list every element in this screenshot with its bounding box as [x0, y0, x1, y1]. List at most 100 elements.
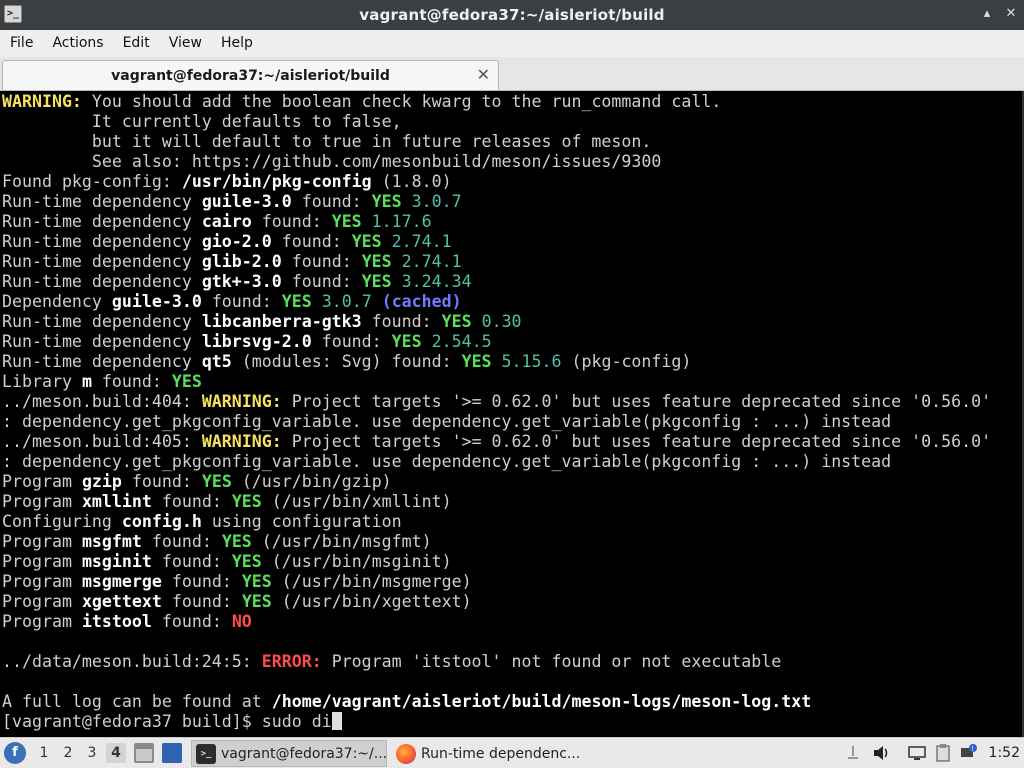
- tab-terminal[interactable]: vagrant@fedora37:~/aisleriot/build ✕: [2, 60, 499, 90]
- terminal-text-segment: Project targets '>= 0.62.0' but uses fea…: [281, 392, 992, 411]
- terminal-line: Run-time dependency gtk+-3.0 found: YES …: [2, 272, 472, 292]
- terminal-cursor: [331, 712, 342, 730]
- task-terminal-label: vagrant@fedora37:~/...: [221, 745, 386, 762]
- terminal-text-segment: 1.17.6: [361, 212, 432, 231]
- terminal-text-segment: found:: [311, 332, 392, 351]
- terminal-line: but it will default to true in future re…: [2, 132, 651, 152]
- terminal-text-segment: found:: [91, 372, 172, 391]
- terminal-text-segment: (/usr/bin/xgettext): [271, 592, 472, 611]
- terminal-text-segment: [vagrant@fedora37 build]$ sudo di: [2, 712, 332, 731]
- terminal-text-segment: Dependency: [2, 292, 112, 311]
- clipboard-icon[interactable]: [934, 743, 952, 763]
- terminal-text-segment: found:: [151, 552, 232, 571]
- terminal-output[interactable]: WARNING: You should add the boolean chec…: [0, 91, 1024, 737]
- terminal-text-segment: Run-time dependency: [2, 352, 202, 371]
- terminal-line: Run-time dependency gio-2.0 found: YES 2…: [2, 232, 452, 252]
- terminal-text-segment: YES: [231, 492, 262, 511]
- terminal-text-segment: : dependency.get_pkgconfig_variable. use…: [2, 412, 892, 431]
- show-desktop-icon[interactable]: [162, 743, 182, 763]
- volume-icon[interactable]: [872, 743, 890, 763]
- terminal-line: Run-time dependency guile-3.0 found: YES…: [2, 192, 462, 212]
- workspace-2[interactable]: 2: [58, 743, 78, 763]
- terminal-text-segment: (/usr/bin/gzip): [231, 472, 392, 491]
- maximize-icon[interactable]: ▴: [980, 6, 994, 22]
- files-icon[interactable]: [134, 743, 154, 763]
- updates-icon[interactable]: [844, 743, 862, 763]
- terminal-app-icon[interactable]: >_: [4, 5, 22, 23]
- workspace-1[interactable]: 1: [34, 743, 54, 763]
- terminal-text-segment: found:: [251, 212, 332, 231]
- terminal-text-segment: found:: [361, 312, 442, 331]
- terminal-text-segment: 2.74.1: [391, 252, 462, 271]
- terminal-text-segment: found:: [151, 492, 232, 511]
- terminal-text-segment: guile-3.0: [201, 192, 292, 211]
- terminal-text-segment: (pkg-config): [561, 352, 692, 371]
- terminal-text-segment: found:: [291, 192, 372, 211]
- workspace-3[interactable]: 3: [82, 743, 102, 763]
- terminal-text-segment: /home/vagrant/aisleriot/build/meson-logs…: [271, 692, 812, 711]
- terminal-text-segment: Run-time dependency: [2, 212, 202, 231]
- terminal-text-segment: YES: [241, 572, 272, 591]
- window-controls: ▴ ✕: [980, 6, 1018, 22]
- fedora-start-icon[interactable]: f: [4, 742, 26, 764]
- terminal-text-segment: Program: [2, 472, 82, 491]
- display-icon[interactable]: [908, 743, 926, 763]
- terminal-text-segment: found:: [141, 532, 222, 551]
- menu-view[interactable]: View: [162, 30, 209, 57]
- terminal-line: Run-time dependency qt5 (modules: Svg) f…: [2, 352, 691, 372]
- terminal-text-segment: cairo: [201, 212, 252, 231]
- terminal-text-segment: 3.0.7: [311, 292, 372, 311]
- menu-actions[interactable]: Actions: [45, 30, 110, 57]
- terminal-text-segment: 2.54.5: [421, 332, 492, 351]
- terminal-text-segment: Run-time dependency: [2, 192, 202, 211]
- terminal-line: Program xmllint found: YES (/usr/bin/xml…: [2, 492, 452, 512]
- menu-help[interactable]: Help: [214, 30, 260, 57]
- task-firefox[interactable]: Run-time dependenc...: [392, 740, 582, 767]
- terminal-text-segment: See also: https://github.com/mesonbuild/…: [2, 152, 662, 171]
- terminal-text-segment: YES: [361, 272, 392, 291]
- terminal-text-segment: gtk+-3.0: [201, 272, 282, 291]
- terminal-text-segment: 0.30: [471, 312, 522, 331]
- terminal-text-segment: ../data/meson.build:24:5:: [2, 652, 262, 671]
- terminal-text-segment: (1.8.0): [371, 172, 452, 191]
- menu-file[interactable]: File: [3, 30, 40, 57]
- terminal-line: Run-time dependency libcanberra-gtk3 fou…: [2, 312, 522, 332]
- workspace-4[interactable]: 4: [106, 743, 126, 763]
- terminal-text-segment: librsvg-2.0: [201, 332, 312, 351]
- terminal-text-segment: YES: [281, 292, 312, 311]
- terminal-line: It currently defaults to false,: [2, 112, 402, 132]
- terminal-line: Run-time dependency librsvg-2.0 found: Y…: [2, 332, 492, 352]
- terminal-text-segment: (/usr/bin/msgmerge): [271, 572, 472, 591]
- terminal-line: Dependency guile-3.0 found: YES 3.0.7 (c…: [2, 292, 462, 312]
- terminal-line: Configuring config.h using configuration: [2, 512, 402, 532]
- terminal-text-segment: xgettext: [81, 592, 162, 611]
- terminal-line: ../meson.build:405: WARNING: Project tar…: [2, 432, 991, 452]
- terminal-text-segment: YES: [171, 372, 202, 391]
- terminal-text-segment: xmllint: [81, 492, 152, 511]
- task-terminal[interactable]: >_ vagrant@fedora37:~/...: [191, 740, 387, 767]
- terminal-text-segment: Project targets '>= 0.62.0' but uses fea…: [281, 432, 992, 451]
- terminal-text-segment: WARNING:: [201, 392, 282, 411]
- clock[interactable]: 1:52: [989, 743, 1020, 763]
- terminal-line: ../data/meson.build:24:5: ERROR: Program…: [2, 652, 781, 672]
- terminal-line: WARNING: You should add the boolean chec…: [2, 92, 721, 112]
- tab-close-icon[interactable]: ✕: [477, 66, 490, 84]
- terminal-line: A full log can be found at /home/vagrant…: [2, 692, 811, 712]
- terminal-text-segment: YES: [231, 552, 262, 571]
- terminal-text-segment: Run-time dependency: [2, 332, 202, 351]
- terminal-line: Program msgmerge found: YES (/usr/bin/ms…: [2, 572, 472, 592]
- terminal-text-segment: : dependency.get_pkgconfig_variable. use…: [2, 452, 892, 471]
- terminal-text-segment: 5.15.6: [491, 352, 562, 371]
- terminal-text-segment: gzip: [81, 472, 122, 491]
- terminal-text-segment: WARNING:: [2, 92, 82, 111]
- terminal-text-segment: Program: [2, 572, 82, 591]
- terminal-line: Found pkg-config: /usr/bin/pkg-config (1…: [2, 172, 452, 192]
- terminal-text-segment: Program: [2, 552, 82, 571]
- terminal-text-segment: YES: [331, 212, 362, 231]
- menu-edit[interactable]: Edit: [116, 30, 157, 57]
- firefox-icon: [396, 743, 416, 764]
- network-icon[interactable]: !: [960, 743, 978, 763]
- close-window-icon[interactable]: ✕: [1004, 6, 1018, 22]
- terminal-text-segment: found:: [271, 232, 352, 251]
